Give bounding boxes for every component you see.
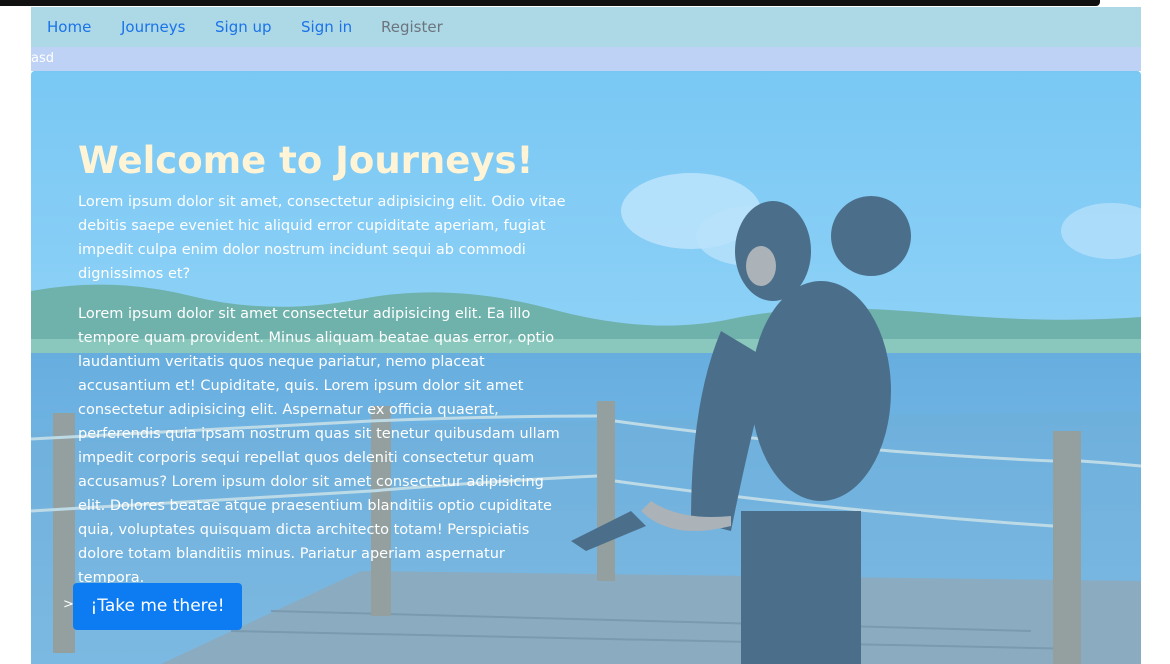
window-top-bar <box>0 0 1100 6</box>
nav-link-sign-up[interactable]: Sign up <box>215 18 272 36</box>
navbar: Home Journeys Sign up Sign in Register <box>31 7 1141 47</box>
sub-banner: asd <box>31 47 1141 71</box>
hero-title: Welcome to Journeys! <box>78 139 534 182</box>
hero-jumbotron: Welcome to Journeys! Lorem ipsum dolor s… <box>31 71 1141 664</box>
sub-banner-text: asd <box>31 51 54 66</box>
nav-link-register[interactable]: Register <box>381 18 443 36</box>
hero-content: Welcome to Journeys! Lorem ipsum dolor s… <box>78 137 568 590</box>
hero-paragraph-body: Lorem ipsum dolor sit amet consectetur a… <box>78 306 560 586</box>
take-me-there-button[interactable]: ¡Take me there! <box>73 583 242 630</box>
nav-link-sign-in[interactable]: Sign in <box>301 18 352 36</box>
hero-paragraph-intro: Lorem ipsum dolor sit amet, consectetur … <box>78 194 566 282</box>
nav-link-home[interactable]: Home <box>47 18 91 36</box>
nav-link-journeys[interactable]: Journeys <box>121 18 185 36</box>
window-top-strip <box>0 0 1170 7</box>
